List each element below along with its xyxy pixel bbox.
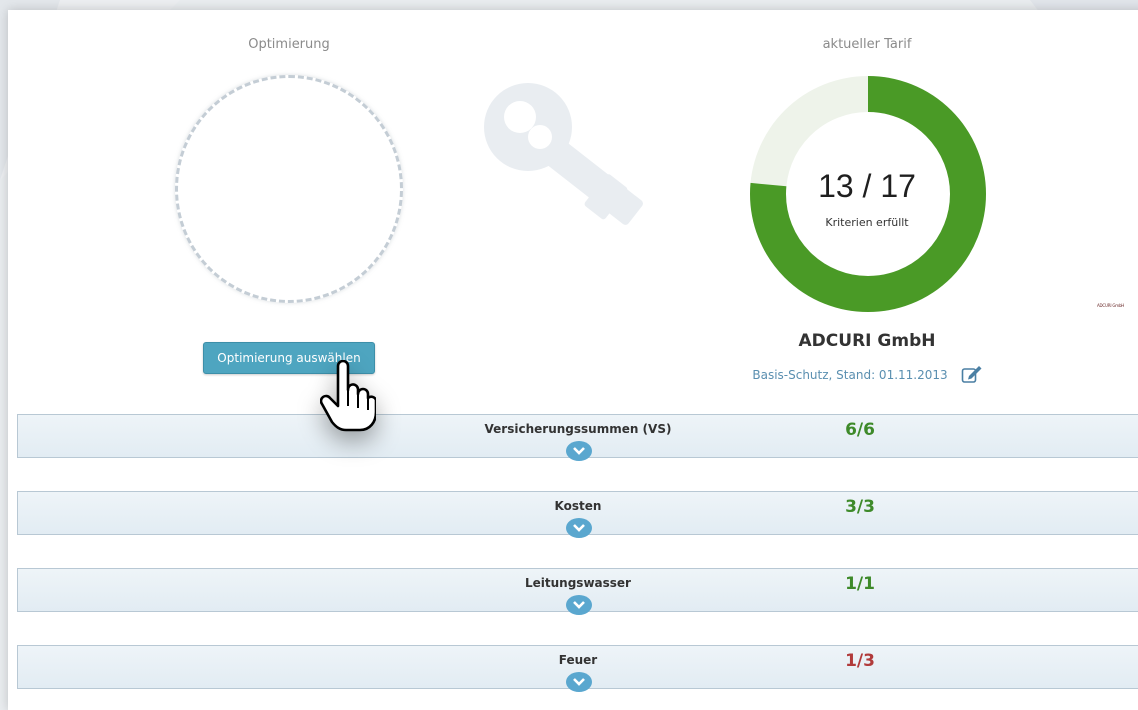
chevron-down-icon <box>573 601 585 609</box>
criteria-row-leitungswasser[interactable]: Leitungswasser 1/1 <box>17 568 1138 615</box>
criteria-row-score: 1/3 <box>845 651 875 671</box>
criteria-row-label: Versicherungssummen (VS) <box>484 422 672 436</box>
tariff-description: Basis-Schutz, Stand: 01.11.2013 <box>752 368 948 382</box>
company-name: ADCURI GmbH <box>798 331 936 351</box>
criteria-score-label: Kriterien erfüllt <box>825 216 909 229</box>
current-tariff-title: aktueller Tarif <box>822 37 912 52</box>
criteria-row-score: 1/1 <box>845 574 875 594</box>
expand-toggle[interactable] <box>566 441 592 461</box>
criteria-row-label: Leitungswasser <box>525 576 631 590</box>
criteria-row-label: Feuer <box>558 653 598 667</box>
criteria-row-score: 6/6 <box>845 420 875 440</box>
optimierung-placeholder-circle <box>175 75 403 303</box>
criteria-row-versicherungssummen[interactable]: Versicherungssummen (VS) 6/6 <box>17 414 1138 461</box>
expand-toggle[interactable] <box>566 518 592 538</box>
expand-toggle[interactable] <box>566 595 592 615</box>
criteria-score: 13 / 17 <box>818 168 916 204</box>
criteria-row-kosten[interactable]: Kosten 3/3 <box>17 491 1138 538</box>
expand-toggle[interactable] <box>566 672 592 692</box>
insurer-logo: ADCURI GmbH <box>1097 303 1125 308</box>
chevron-down-icon <box>573 678 585 686</box>
criteria-row-feuer[interactable]: Feuer 1/3 <box>17 645 1138 692</box>
chevron-down-icon <box>573 447 585 455</box>
chevron-down-icon <box>573 524 585 532</box>
edit-icon[interactable] <box>961 364 983 388</box>
hand-cursor-icon <box>319 359 378 438</box>
optimierung-title: Optimierung <box>248 37 330 52</box>
key-icon <box>480 75 670 229</box>
criteria-row-label: Kosten <box>554 499 602 513</box>
criteria-row-score: 3/3 <box>845 497 875 517</box>
